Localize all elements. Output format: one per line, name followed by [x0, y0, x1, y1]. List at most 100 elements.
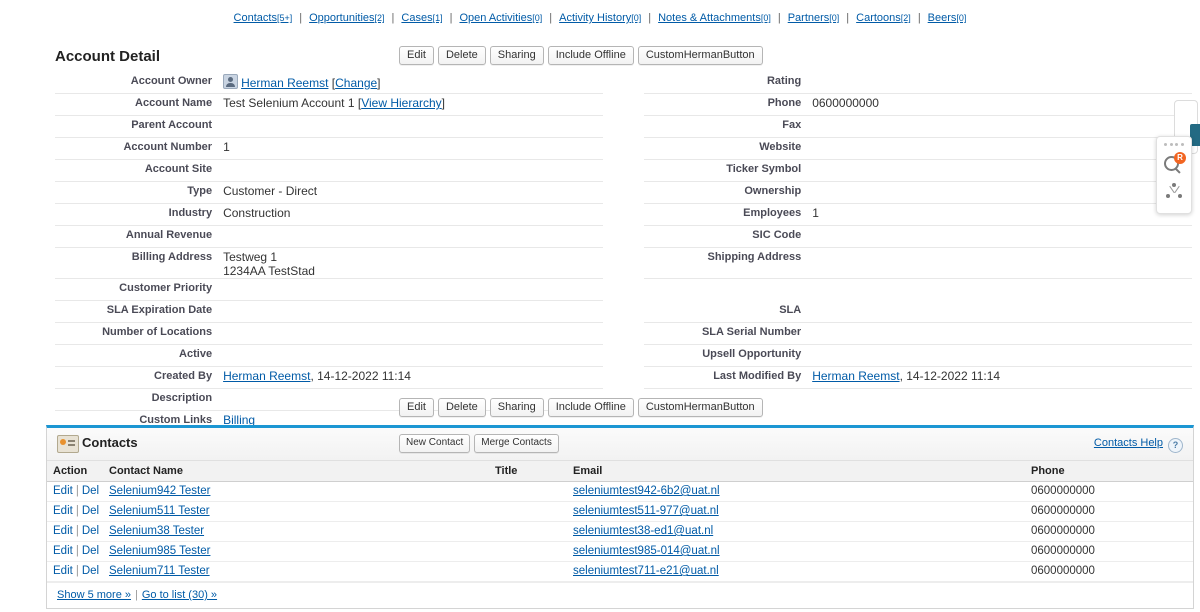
contacts-help: Contacts Help?: [1094, 437, 1183, 453]
contact-email-link[interactable]: seleniumtest38-ed1@uat.nl: [573, 525, 713, 537]
drag-handle-icon[interactable]: [1164, 143, 1184, 147]
nav-separator: |: [443, 12, 460, 24]
nav-link-partners[interactable]: Partners[0]: [788, 12, 840, 24]
customhermanbutton-button[interactable]: CustomHermanButton: [638, 398, 763, 417]
table-row: Edit|DelSelenium38 Testerseleniumtest38-…: [47, 522, 1193, 542]
contact-email-link[interactable]: seleniumtest985-014@uat.nl: [573, 545, 720, 557]
contacts-help-link[interactable]: Contacts Help: [1094, 437, 1163, 449]
edit-link[interactable]: Edit: [53, 565, 73, 577]
field-label: Parent Account: [55, 116, 220, 138]
field-action-link[interactable]: View Hierarchy: [361, 96, 441, 110]
created-by-timestamp: , 14-12-2022 11:14: [310, 369, 411, 383]
edit-link[interactable]: Edit: [53, 485, 73, 497]
table-header-row: Action Contact Name Title Email Phone: [47, 461, 1193, 482]
nav-link-cartoons[interactable]: Cartoons[2]: [856, 12, 911, 24]
contact-name-cell: Selenium711 Tester: [103, 562, 489, 582]
contact-email-cell: seleniumtest985-014@uat.nl: [567, 542, 1025, 562]
sharing-button[interactable]: Sharing: [490, 398, 544, 417]
page-title: Account Detail: [55, 48, 160, 65]
nav-link-opportunities[interactable]: Opportunities[2]: [309, 12, 384, 24]
nav-link-beers[interactable]: Beers[0]: [928, 12, 967, 24]
nav-link-activity-history[interactable]: Activity History[0]: [559, 12, 641, 24]
nav-link-cases[interactable]: Cases[1]: [401, 12, 442, 24]
include-offline-button[interactable]: Include Offline: [548, 46, 634, 65]
column-header-phone: Phone: [1025, 461, 1193, 482]
detail-row: IndustryConstructionEmployees1: [55, 204, 1192, 226]
edit-link[interactable]: Edit: [53, 505, 73, 517]
nav-link-contacts[interactable]: Contacts[5+]: [234, 12, 293, 24]
nav-link-count: [0]: [532, 13, 542, 23]
nav-link-open-activities[interactable]: Open Activities[0]: [459, 12, 542, 24]
contact-name-link[interactable]: Selenium38 Tester: [109, 525, 204, 537]
delete-link[interactable]: Del: [82, 525, 99, 537]
help-icon[interactable]: ?: [1168, 438, 1183, 453]
column-gap: [603, 138, 644, 160]
column-gap: [603, 248, 644, 279]
field-label: Upsell Opportunity: [644, 345, 809, 367]
column-gap: [603, 72, 644, 94]
field-label: Phone: [644, 94, 809, 116]
contacts-list-header: Contacts New ContactMerge Contacts Conta…: [47, 428, 1193, 461]
contact-name-link[interactable]: Selenium511 Tester: [109, 505, 210, 517]
table-row: Edit|DelSelenium942 Testerseleniumtest94…: [47, 482, 1193, 502]
edit-link[interactable]: Edit: [53, 525, 73, 537]
contact-name-cell: Selenium511 Tester: [103, 502, 489, 522]
contact-name-link[interactable]: Selenium711 Tester: [109, 565, 210, 577]
field-value: Herman Reemst [Change]: [220, 72, 603, 94]
nav-link-notes-attachments[interactable]: Notes & Attachments[0]: [658, 12, 771, 24]
delete-button[interactable]: Delete: [438, 398, 486, 417]
detail-row: Account SiteTicker Symbol: [55, 160, 1192, 182]
contact-phone-cell: 0600000000: [1025, 502, 1193, 522]
field-value: [809, 160, 1192, 182]
delete-button[interactable]: Delete: [438, 46, 486, 65]
sharing-button[interactable]: Sharing: [490, 46, 544, 65]
delete-link[interactable]: Del: [82, 545, 99, 557]
contact-email-cell: seleniumtest711-e21@uat.nl: [567, 562, 1025, 582]
include-offline-button[interactable]: Include Offline: [548, 398, 634, 417]
column-gap: [603, 345, 644, 367]
row-actions: Edit|Del: [47, 502, 103, 522]
hierarchy-icon[interactable]: [1166, 183, 1183, 200]
column-header-email: Email: [567, 461, 1025, 482]
column-gap: [603, 301, 644, 323]
contact-phone-cell: 0600000000: [1025, 482, 1193, 502]
nav-link-count: [0]: [761, 13, 771, 23]
contact-email-link[interactable]: seleniumtest711-e21@uat.nl: [573, 565, 719, 577]
contacts-list-footer: Show 5 more »|Go to list (30) »: [47, 582, 1193, 608]
detail-row: Customer Priority: [55, 279, 1192, 301]
field-value: [220, 301, 603, 323]
edit-button[interactable]: Edit: [399, 398, 434, 417]
contact-email-link[interactable]: seleniumtest511-977@uat.nl: [573, 505, 719, 517]
delete-link[interactable]: Del: [82, 505, 99, 517]
row-actions: Edit|Del: [47, 562, 103, 582]
contact-name-link[interactable]: Selenium985 Tester: [109, 545, 210, 557]
customhermanbutton-button[interactable]: CustomHermanButton: [638, 46, 763, 65]
contact-email-link[interactable]: seleniumtest942-6b2@uat.nl: [573, 485, 720, 497]
created-by-user-link[interactable]: Herman Reemst: [223, 369, 310, 383]
last-modified-by-user-link[interactable]: Herman Reemst: [812, 369, 899, 383]
field-value: [809, 226, 1192, 248]
field-value: [809, 345, 1192, 367]
field-value: 1: [220, 138, 603, 160]
contact-phone-cell: 0600000000: [1025, 542, 1193, 562]
show-more-link[interactable]: Show 5 more »: [57, 589, 131, 601]
nav-separator: |: [839, 12, 856, 24]
related-list-nav: Contacts[5+]|Opportunities[2]|Cases[1]|O…: [0, 12, 1200, 24]
edit-link[interactable]: Edit: [53, 545, 73, 557]
edit-button[interactable]: Edit: [399, 46, 434, 65]
delete-link[interactable]: Del: [82, 565, 99, 577]
search-icon[interactable]: R: [1163, 153, 1185, 175]
contact-name-link[interactable]: Selenium942 Tester: [109, 485, 210, 497]
delete-link[interactable]: Del: [82, 485, 99, 497]
field-value-link[interactable]: Herman Reemst: [241, 76, 328, 90]
field-action-link[interactable]: Change: [335, 76, 377, 90]
go-to-list-link[interactable]: Go to list (30) »: [142, 589, 217, 601]
new-contact-button[interactable]: New Contact: [399, 434, 470, 453]
nav-separator: |: [542, 12, 559, 24]
contact-phone-cell: 0600000000: [1025, 522, 1193, 542]
field-label: Industry: [55, 204, 220, 226]
contact-phone-cell: 0600000000: [1025, 562, 1193, 582]
contact-email-cell: seleniumtest511-977@uat.nl: [567, 502, 1025, 522]
merge-contacts-button[interactable]: Merge Contacts: [474, 434, 559, 453]
field-label: Rating: [644, 72, 809, 94]
